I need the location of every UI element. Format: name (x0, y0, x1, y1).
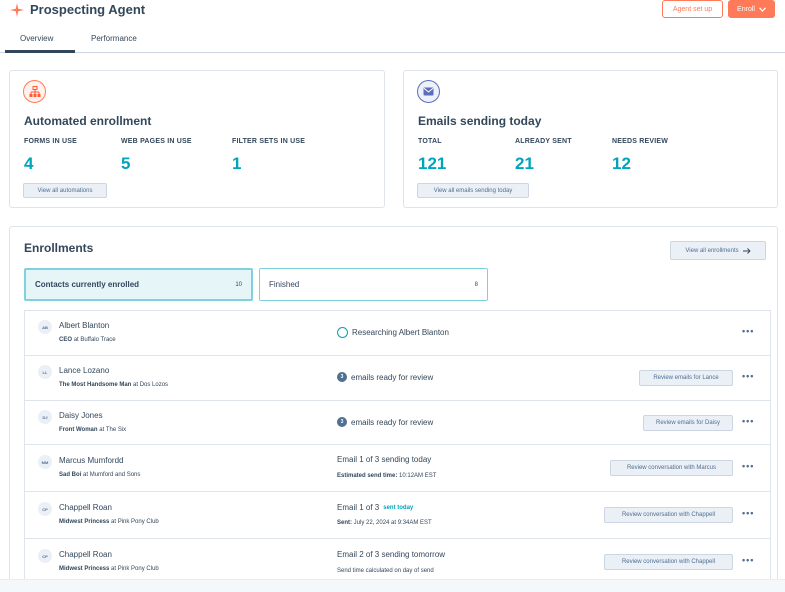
enrollment-status-detail: Sent: July 22, 2024 at 9:34AM EST (337, 520, 432, 526)
view-all-enrollments-button[interactable]: View all enrollments (670, 241, 766, 260)
agent-setup-button[interactable]: Agent set up (662, 0, 723, 18)
enrollment-row: AB Albert Blanton CEO at Buffalo Trace R… (25, 311, 770, 356)
segment-currently-enrolled-count: 10 (235, 281, 242, 288)
enroll-button[interactable]: Enroll (728, 0, 775, 18)
view-all-emails-button[interactable]: View all emails sending today (417, 183, 529, 198)
enrollment-status: Email 1 of 3 sending today (337, 455, 432, 464)
enrollments-card: Enrollments View all enrollments Contact… (9, 226, 778, 592)
enrollment-row: DJ Daisy Jones Front Woman at The Six 3 … (25, 401, 770, 445)
contact-subtitle: Front Woman at The Six (59, 427, 127, 433)
more-actions-button[interactable]: ••• (742, 508, 754, 518)
more-actions-button[interactable]: ••• (742, 555, 754, 565)
enrollment-status-detail: Send time calculated on day of send (337, 568, 434, 574)
total-label: TOTAL (418, 138, 442, 145)
contact-name[interactable]: Chappell Roan (59, 550, 112, 559)
more-actions-button[interactable]: ••• (742, 461, 754, 471)
enrollment-list: AB Albert Blanton CEO at Buffalo Trace R… (24, 310, 771, 586)
app-title: Prospecting Agent (30, 2, 146, 17)
more-actions-button[interactable]: ••• (742, 371, 754, 381)
enroll-button-label: Enroll (737, 5, 755, 13)
review-conversation-button[interactable]: Review conversation with Marcus (610, 460, 733, 476)
active-tab-indicator (5, 50, 75, 53)
enrollment-status-detail: Estimated send time: 10:12AM EST (337, 473, 437, 479)
chevron-down-icon (759, 6, 766, 12)
contact-name[interactable]: Marcus Mumfordd (59, 456, 123, 465)
contact-name[interactable]: Albert Blanton (59, 321, 109, 330)
enrollment-status: 3 emails ready for review (337, 417, 433, 427)
bottom-bar (0, 579, 785, 592)
sent-today-label: sent today (383, 504, 414, 511)
enrollment-status: Email 2 of 3 sending tomorrow (337, 550, 446, 559)
review-conversation-button[interactable]: Review conversation with Chappell (604, 554, 733, 570)
segment-currently-enrolled[interactable]: Contacts currently enrolled 10 (24, 268, 253, 301)
view-all-automations-button[interactable]: View all automations (23, 183, 107, 198)
contact-subtitle: Sad Boi at Mumford and Sons (59, 472, 141, 478)
contact-subtitle: Midwest Princess at Pink Pony Club (59, 519, 159, 525)
contact-name[interactable]: Daisy Jones (59, 411, 103, 420)
segment-finished[interactable]: Finished 8 (259, 268, 488, 301)
filter-sets-in-use-value: 1 (232, 154, 242, 173)
emails-sending-today-card: Emails sending today TOTAL ALREADY SENT … (403, 70, 778, 208)
avatar: CP (38, 502, 52, 516)
review-conversation-button[interactable]: Review conversation with Chappell (604, 507, 733, 523)
avatar: CP (38, 549, 52, 563)
review-emails-button[interactable]: Review emails for Daisy (643, 415, 733, 431)
tab-overview[interactable]: Overview (20, 34, 53, 43)
enrollment-row: CP Chappell Roan Midwest Princess at Pin… (25, 492, 770, 539)
avatar: MM (38, 455, 52, 469)
circle-outline-icon (337, 327, 348, 338)
total-value: 121 (418, 154, 447, 173)
automated-enrollment-title: Automated enrollment (24, 114, 152, 128)
web-pages-in-use-label: WEB PAGES IN USE (121, 138, 192, 145)
segment-finished-label: Finished (269, 280, 300, 289)
filter-sets-in-use-label: FILTER SETS IN USE (232, 138, 306, 145)
more-actions-button[interactable]: ••• (742, 416, 754, 426)
emails-sending-today-title: Emails sending today (418, 114, 542, 128)
segment-currently-enrolled-label: Contacts currently enrolled (35, 280, 140, 289)
contact-subtitle: Midwest Princess at Pink Pony Club (59, 566, 159, 572)
avatar: AB (38, 320, 52, 334)
segment-finished-count: 8 (474, 281, 478, 288)
forms-in-use-label: FORMS IN USE (24, 138, 77, 145)
avatar: DJ (38, 410, 52, 424)
avatar: LL (38, 365, 52, 379)
enrollment-status: Researching Albert Blanton (337, 327, 449, 338)
arrow-right-icon (742, 247, 751, 254)
enrollment-status: Email 1 of 3 sent today (337, 503, 414, 512)
envelope-icon (417, 80, 440, 103)
needs-review-label: NEEDS REVIEW (612, 138, 669, 145)
automated-enrollment-card: Automated enrollment FORMS IN USE WEB PA… (9, 70, 385, 208)
contact-name[interactable]: Chappell Roan (59, 503, 112, 512)
forms-in-use-value: 4 (24, 154, 34, 173)
enrollment-row: LL Lance Lozano The Most Handsome Man at… (25, 356, 770, 401)
review-count-badge: 3 (337, 417, 347, 427)
org-chart-icon (23, 80, 46, 103)
enrollments-title: Enrollments (24, 241, 94, 255)
needs-review-value: 12 (612, 154, 631, 173)
contact-name[interactable]: Lance Lozano (59, 366, 109, 375)
more-actions-button[interactable]: ••• (742, 326, 754, 336)
contact-subtitle: CEO at Buffalo Trace (59, 337, 116, 343)
enrollment-status: 3 emails ready for review (337, 372, 433, 382)
view-all-enrollments-label: View all enrollments (685, 247, 739, 254)
review-count-badge: 3 (337, 372, 347, 382)
already-sent-value: 21 (515, 154, 534, 173)
page-header: Prospecting Agent Agent set up Enroll Ov… (0, 0, 785, 53)
contact-subtitle: The Most Handsome Man at Dos Lozos (59, 382, 169, 388)
already-sent-label: ALREADY SENT (515, 138, 572, 145)
web-pages-in-use-value: 5 (121, 154, 131, 173)
sparkle-logo-icon (10, 3, 24, 17)
enrollment-row: MM Marcus Mumfordd Sad Boi at Mumford an… (25, 445, 770, 492)
tab-performance[interactable]: Performance (91, 34, 137, 43)
review-emails-button[interactable]: Review emails for Lance (639, 370, 733, 386)
